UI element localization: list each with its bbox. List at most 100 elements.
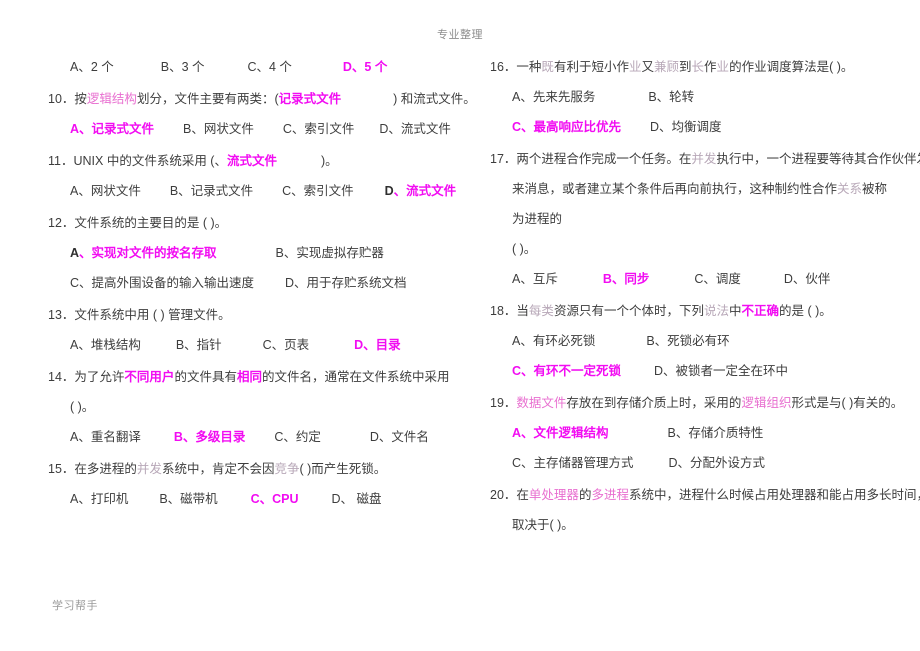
question-14-stem-part2: 的文件具有: [174, 370, 237, 384]
option-17-c[interactable]: C、调度: [694, 264, 741, 294]
question-17-number: 17．: [490, 152, 517, 166]
question-13: 13．文件系统中用 ( ) 管理文件。 A、堆栈结构 B、指针 C、页表 D、目…: [48, 300, 444, 360]
question-12-stem-text: 文件系统的主要目的是 ( )。: [74, 216, 228, 230]
option-19-c[interactable]: C、主存储器管理方式: [512, 448, 634, 478]
option-16-c[interactable]: C、最高响应比优先: [512, 112, 621, 142]
question-16-keyword-4: 长: [691, 60, 705, 74]
option-9-b[interactable]: B、3 个: [161, 52, 205, 82]
option-10-b[interactable]: B、网状文件: [183, 114, 254, 144]
question-14-options: A、重名翻译 B、多级目录 C、约定 D、文件名: [48, 422, 444, 452]
option-18-b[interactable]: B、死锁必有环: [646, 326, 729, 356]
option-15-c[interactable]: C、CPU: [251, 484, 299, 514]
option-13-c[interactable]: C、页表: [263, 330, 310, 360]
question-16-keyword-2: 业: [628, 60, 642, 74]
question-20-stem-part3: 系统中，进程什么时候占用处理器和能占用多长时间，: [628, 488, 920, 502]
question-17-line1-part-a: 两个进程合作完成一个任务。在: [516, 152, 692, 166]
option-13-a[interactable]: A、堆栈结构: [70, 330, 141, 360]
option-14-b[interactable]: B、多级目录: [174, 422, 246, 452]
question-9-options-block: A、2 个 B、3 个 C、4 个 D、5 个: [48, 52, 444, 82]
question-14-number: 14．: [48, 370, 75, 384]
option-19-d[interactable]: D、分配外设方式: [669, 448, 766, 478]
question-16-stem-part4: 到: [679, 60, 692, 74]
question-14-stem-part1: 为了允许: [74, 370, 125, 384]
question-17-stem-line3: ( )。: [512, 242, 537, 256]
option-9-d[interactable]: D、5 个: [343, 52, 387, 82]
question-11-stem: 11．UNIX 中的文件系统采用 (、流式文件)。: [48, 146, 444, 176]
question-17-line1-part-b: 执行中，一个进程要等待其合作伙伴发: [716, 152, 920, 166]
question-14-keyword-2: 相同: [236, 370, 262, 384]
option-12-b[interactable]: B、实现虚拟存贮器: [276, 238, 384, 268]
option-18-a[interactable]: A、有环必死锁: [512, 326, 595, 356]
option-14-a[interactable]: A、重名翻译: [70, 422, 141, 452]
question-19-stem-part2: 形式是与( )有关的。: [791, 396, 904, 410]
question-14: 14．为了允许不同用户的文件具有相同的文件名，通常在文件系统中采用 ( )。 A…: [48, 362, 449, 452]
option-15-d[interactable]: D、 磁盘: [332, 484, 382, 514]
option-17-d[interactable]: D、伙伴: [784, 264, 831, 294]
option-16-b[interactable]: B、轮转: [648, 82, 694, 112]
question-14-stem-part3: 的文件名，通常在文件系统中采用: [261, 370, 450, 384]
question-20-stem-part2: 的: [578, 488, 592, 502]
question-16: 16．一种既有利于短小作业又兼顾到长作业的作业调度算法是( )。 A、先来先服务…: [490, 52, 896, 142]
option-16-a[interactable]: A、先来先服务: [512, 82, 595, 112]
option-10-d[interactable]: D、流式文件: [379, 114, 451, 144]
question-10-stem-part1: 按: [74, 92, 87, 106]
question-18-keyword-2: 说法: [703, 304, 729, 318]
option-12-d[interactable]: D、用于存贮系统文档: [285, 268, 407, 298]
question-15-stem-part1: 在多进程的: [74, 462, 137, 476]
question-11-options: A、网状文件 B、记录式文件 C、索引文件 D、流式文件: [48, 176, 456, 206]
option-18-d[interactable]: D、被锁者一定全在环中: [654, 356, 788, 386]
question-13-number: 13．: [48, 308, 75, 322]
question-20-keyword-2: 多进程: [591, 488, 629, 502]
question-11: 11．UNIX 中的文件系统采用 (、流式文件)。 A、网状文件 B、记录式文件…: [48, 146, 456, 206]
option-18-c[interactable]: C、有环不一定死锁: [512, 356, 621, 386]
question-14-stem: 14．为了允许不同用户的文件具有相同的文件名，通常在文件系统中采用: [48, 362, 449, 392]
question-13-stem-text: 文件系统中用 ( ) 管理文件。: [74, 308, 231, 322]
option-17-b[interactable]: B、同步: [603, 264, 650, 294]
question-17-options: A、互斥 B、同步 C、调度 D、伙伴: [490, 264, 896, 294]
question-12: 12．文件系统的主要目的是 ( )。 A、实现对文件的按名存取 B、实现虚拟存贮…: [48, 208, 444, 298]
question-19-keyword-2: 逻辑组织: [741, 396, 792, 410]
question-11-inline-answer: 流式文件: [226, 154, 277, 168]
option-9-a[interactable]: A、2 个: [70, 52, 114, 82]
option-11-b[interactable]: B、记录式文件: [170, 176, 253, 206]
option-14-c[interactable]: C、约定: [274, 422, 321, 452]
option-12-a-text: 、实现对文件的按名存取: [79, 246, 217, 260]
option-19-b[interactable]: B、存储介质特性: [668, 418, 764, 448]
option-12-c[interactable]: C、提高外围设备的输入输出速度: [70, 268, 254, 298]
question-18: 18．当每类资源只有一个个体时，下列说法中不正确的是 ( )。 A、有环必死锁 …: [490, 296, 896, 386]
question-17-stem-line2: 来消息，或者建立某个条件后再向前执行，这种制约性合作关系被称为进程的: [490, 174, 896, 234]
option-13-d[interactable]: D、目录: [354, 330, 401, 360]
question-17: 17．两个进程合作完成一个任务。在并发执行中，一个进程要等待其合作伙伴发 来消息…: [490, 144, 920, 294]
question-19-options-row1: A、文件逻辑结构 B、存储介质特性: [490, 418, 896, 448]
question-13-options: A、堆栈结构 B、指针 C、页表 D、目录: [48, 330, 444, 360]
question-18-options-row2: C、有环不一定死锁 D、被锁者一定全在环中: [490, 356, 896, 386]
option-10-a[interactable]: A、记录式文件: [70, 114, 154, 144]
option-15-b[interactable]: B、磁带机: [159, 484, 217, 514]
question-16-stem-part3: 又: [641, 60, 654, 74]
question-14-keyword-1: 不同用户: [124, 370, 175, 384]
option-13-b[interactable]: B、指针: [176, 330, 222, 360]
question-9-options: A、2 个 B、3 个 C、4 个 D、5 个: [48, 52, 444, 82]
question-17-keyword-2: 关系: [837, 182, 863, 196]
question-18-stem-part1: 当: [516, 304, 529, 318]
option-14-d[interactable]: D、文件名: [370, 422, 429, 452]
question-15-stem: 15．在多进程的并发系统中，肯定不会因竞争( )而产生死锁。: [48, 454, 444, 484]
option-9-c[interactable]: C、4 个: [247, 52, 291, 82]
option-11-d[interactable]: D、流式文件: [385, 176, 457, 206]
option-10-c[interactable]: C、索引文件: [283, 114, 355, 144]
option-16-d[interactable]: D、均衡调度: [650, 112, 722, 142]
question-10-inline-answer: 记录式文件: [278, 92, 342, 106]
question-12-number: 12．: [48, 216, 75, 230]
option-17-a[interactable]: A、互斥: [512, 264, 558, 294]
question-16-stem: 16．一种既有利于短小作业又兼顾到长作业的作业调度算法是( )。: [490, 52, 896, 82]
option-11-c[interactable]: C、索引文件: [282, 176, 354, 206]
option-15-a[interactable]: A、打印机: [70, 484, 128, 514]
option-19-a[interactable]: A、文件逻辑结构: [512, 418, 609, 448]
option-11-a[interactable]: A、网状文件: [70, 176, 141, 206]
right-column: 16．一种既有利于短小作业又兼顾到长作业的作业调度算法是( )。 A、先来先服务…: [462, 52, 920, 572]
question-10-number: 10．: [48, 92, 75, 106]
option-12-a[interactable]: A、实现对文件的按名存取: [70, 238, 217, 268]
option-11-d-letter: D: [384, 184, 394, 198]
option-11-d-text: 、流式文件: [393, 184, 457, 198]
question-10-options: A、记录式文件 B、网状文件 C、索引文件 D、流式文件: [48, 114, 451, 144]
